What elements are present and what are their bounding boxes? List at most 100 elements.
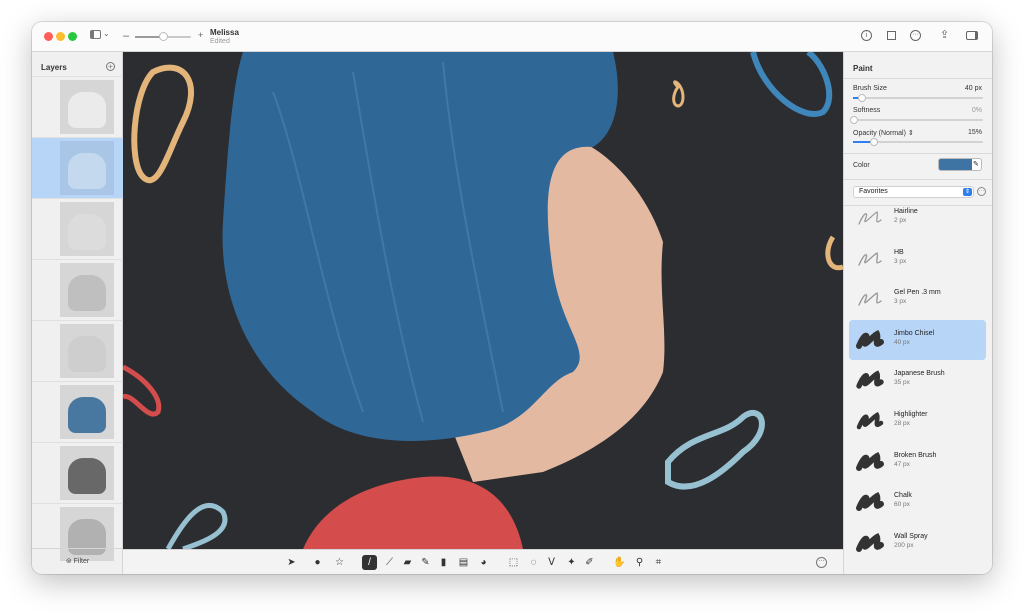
lasso-icon[interactable]: ᐯ xyxy=(544,555,559,570)
layer-row[interactable] xyxy=(32,76,123,137)
brush-name: Jimbo Chisel xyxy=(894,329,935,337)
brush-size: 3 px xyxy=(894,298,907,306)
brush-item[interactable]: Chalk 60 px xyxy=(849,482,986,522)
softness-slider[interactable] xyxy=(850,116,983,124)
layers-title: Layers xyxy=(41,63,67,72)
color-well[interactable]: ✎ xyxy=(938,158,982,171)
brush-item[interactable]: Hairline 2 px xyxy=(849,206,986,238)
quick-select-icon[interactable]: ✐ xyxy=(582,555,597,570)
shirt xyxy=(303,476,523,549)
brush-size-slider[interactable] xyxy=(853,94,983,102)
eyedropper-icon[interactable]: ✎ xyxy=(418,555,433,570)
zoom-in-icon[interactable]: + xyxy=(198,30,203,40)
magic-wand-icon[interactable]: ✦ xyxy=(564,555,579,570)
eraser-icon[interactable]: ▰ xyxy=(400,555,415,570)
layer-row[interactable] xyxy=(32,442,123,503)
layer-row[interactable] xyxy=(32,259,123,320)
select-arrows-icon: ⇕ xyxy=(963,188,972,196)
brush-stroke-preview xyxy=(856,329,884,349)
brush-set-select[interactable]: Favorites ⇕ xyxy=(853,186,974,198)
brush-size: 35 px xyxy=(894,379,910,387)
brush-item[interactable]: Japanese Brush 35 px xyxy=(849,360,986,400)
opacity-mode: Opacity (Normal) xyxy=(853,130,906,137)
layer-thumbnail xyxy=(60,80,114,134)
brush-set-value: Favorites xyxy=(859,188,888,195)
filter-button[interactable]: ⊜ Filter xyxy=(32,548,123,574)
zoom-window-button[interactable] xyxy=(68,32,77,41)
layer-thumbnail xyxy=(60,446,114,500)
brush-name: Chalk xyxy=(894,492,912,500)
layer-row[interactable] xyxy=(32,320,123,381)
layer-row[interactable] xyxy=(32,381,123,442)
brush-size: 3 px xyxy=(894,257,907,265)
document-title: Melissa xyxy=(210,28,239,37)
brush-item[interactable]: Broken Brush 47 px xyxy=(849,442,986,482)
brush-item[interactable]: HB 3 px xyxy=(849,239,986,279)
brush-size: 2 px xyxy=(894,217,907,224)
brush-item[interactable]: Jimbo Chisel 40 px xyxy=(849,319,986,360)
clone-icon[interactable]: ◕ xyxy=(476,555,491,570)
brush-name: Hairline xyxy=(894,208,918,215)
opacity-value: 15% xyxy=(967,129,982,136)
more-options-icon[interactable]: ··· xyxy=(910,30,921,41)
brush-size: 40 px xyxy=(894,338,910,346)
zoom-icon[interactable]: ⚲ xyxy=(632,555,647,570)
close-button[interactable] xyxy=(44,32,53,41)
inspector-toggle-icon[interactable] xyxy=(966,31,978,40)
blob-small-orange xyxy=(672,80,685,108)
brush-name: Broken Brush xyxy=(894,451,937,459)
brush-options-icon[interactable]: ··· xyxy=(977,187,986,196)
share-icon[interactable]: ⇪ xyxy=(940,28,949,41)
effects-star-icon[interactable]: ☆ xyxy=(332,555,347,570)
brush-list: Hairline 2 px HB 3 px Gel Pen .3 mm 3 px Jimbo… xyxy=(844,206,992,574)
blob-right-orange xyxy=(825,235,843,271)
layer-row[interactable] xyxy=(32,137,123,198)
opacity-label[interactable]: Opacity (Normal) ⇕ xyxy=(853,129,914,137)
add-layer-icon[interactable]: + xyxy=(106,62,115,71)
blob-orange xyxy=(131,64,195,183)
paint-bucket-icon[interactable]: ▮ xyxy=(436,555,451,570)
rect-select-icon[interactable]: ⬚ xyxy=(506,555,521,570)
arrow-icon[interactable]: ➤ xyxy=(284,555,299,570)
brush-item[interactable]: Wall Spray 200 px xyxy=(849,523,986,563)
crop-icon[interactable]: ⌗ xyxy=(651,555,666,570)
gradient-icon[interactable]: ▤ xyxy=(456,555,471,570)
layer-row[interactable] xyxy=(32,198,123,259)
paint-brush-icon[interactable]: / xyxy=(362,555,377,570)
brush-size-label: Brush Size xyxy=(853,85,887,92)
blob-red xyxy=(123,364,162,417)
color-adjust-icon[interactable]: ● xyxy=(310,555,325,570)
eyedropper-icon[interactable]: ✎ xyxy=(973,159,979,170)
document-status: Edited xyxy=(210,38,230,45)
brush-size: 60 px xyxy=(894,501,910,509)
chevron-down-icon[interactable]: ⌄ xyxy=(103,29,110,38)
layer-thumbnail xyxy=(60,263,114,317)
canvas[interactable] xyxy=(123,52,843,549)
blob-bottom-blue xyxy=(165,503,228,549)
hand-icon[interactable]: ✋ xyxy=(612,555,627,570)
rotate-icon[interactable] xyxy=(887,31,896,40)
brush-stroke-preview xyxy=(856,532,884,552)
brush-icon[interactable]: ⟋ xyxy=(382,555,397,570)
brush-stroke-preview xyxy=(858,211,882,225)
brush-item[interactable]: Highlighter 28 px xyxy=(849,401,986,441)
artwork xyxy=(123,52,843,549)
ellipse-select-icon[interactable]: ◌ xyxy=(526,555,541,570)
paint-title: Paint xyxy=(853,64,873,73)
opacity-slider[interactable] xyxy=(853,138,983,146)
blob-blue xyxy=(750,52,833,117)
layer-thumbnail xyxy=(60,324,114,378)
layer-thumbnail xyxy=(60,141,114,195)
toolbar-more-icon[interactable]: ··· xyxy=(816,557,827,568)
filter-label: Filter xyxy=(73,558,90,565)
brush-name: Japanese Brush xyxy=(894,370,945,378)
minimize-button[interactable] xyxy=(56,32,65,41)
zoom-slider[interactable] xyxy=(135,32,191,41)
brush-item[interactable]: Gel Pen .3 mm 3 px xyxy=(849,279,986,319)
layer-thumbnail xyxy=(60,202,114,256)
sidebar-toggle-icon[interactable] xyxy=(90,30,101,39)
zoom-out-icon[interactable]: – xyxy=(123,30,129,42)
tools-toolbar: ··· ➤ ● ☆ / ⟋ ▰ ✎ ▮ ▤ ◕ ⬚ ◌ ᐯ ✦ ✐ ✋ ⚲ ⌗ xyxy=(123,549,843,574)
brush-name: HB xyxy=(894,248,904,256)
info-icon[interactable]: i xyxy=(861,30,872,41)
